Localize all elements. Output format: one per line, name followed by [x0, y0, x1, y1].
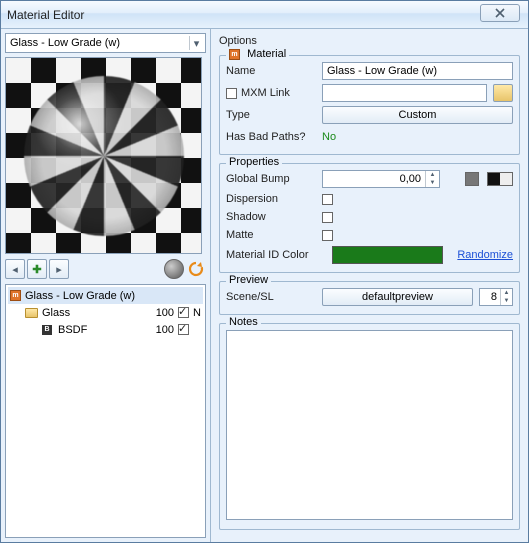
refresh-icon — [187, 260, 205, 278]
add-button[interactable]: ✚ — [27, 259, 47, 279]
matid-label: Material ID Color — [226, 249, 326, 261]
sphere-mode-button[interactable] — [164, 259, 184, 279]
badpaths-value: No — [322, 131, 336, 143]
tree-child-glass[interactable]: Glass 100 N — [8, 304, 203, 321]
spin-up-icon[interactable]: ▲ — [426, 171, 439, 179]
globalbump-input[interactable]: 0,00 ▲▼ — [322, 170, 440, 188]
tree-child-label: Glass — [42, 307, 70, 319]
titlebar: Material Editor — [1, 1, 528, 29]
shadow-checkbox[interactable] — [322, 212, 333, 223]
material-icon: m — [10, 290, 21, 301]
matte-checkbox[interactable] — [322, 230, 333, 241]
badpaths-label: Has Bad Paths? — [226, 131, 316, 143]
material-id-color[interactable] — [332, 246, 443, 264]
type-label: Type — [226, 109, 316, 121]
name-input[interactable]: Glass - Low Grade (w) — [322, 62, 513, 80]
material-dropdown[interactable]: Glass - Low Grade (w) ▾ — [5, 33, 206, 53]
close-icon — [494, 8, 506, 18]
material-tree[interactable]: m Glass - Low Grade (w) Glass 100 N B BS… — [5, 284, 206, 538]
bsdf-icon: B — [42, 325, 52, 335]
shadow-label: Shadow — [226, 211, 316, 223]
dispersion-checkbox[interactable] — [322, 194, 333, 205]
randomize-link[interactable]: Randomize — [457, 249, 513, 261]
preview-sphere — [24, 76, 184, 236]
notes-textarea[interactable] — [226, 330, 513, 520]
arrow-right-icon: ▸ — [56, 263, 62, 276]
tree-root-label: Glass - Low Grade (w) — [25, 290, 135, 302]
tree-child-checkbox[interactable] — [178, 324, 189, 335]
close-button[interactable] — [480, 4, 520, 22]
preview-toolbar: ◂ ✚ ▸ — [5, 258, 206, 280]
tree-child-value: 100 — [156, 324, 174, 336]
material-dropdown-value: Glass - Low Grade (w) — [10, 37, 120, 49]
tree-child-label: BSDF — [58, 324, 87, 336]
next-button[interactable]: ▸ — [49, 259, 69, 279]
spin-down-icon[interactable]: ▼ — [426, 179, 439, 187]
globalbump-label: Global Bump — [226, 173, 316, 185]
window-title: Material Editor — [7, 8, 84, 22]
chevron-down-icon: ▾ — [189, 36, 203, 50]
spin-down-icon[interactable]: ▼ — [501, 297, 512, 305]
mxm-input[interactable] — [322, 84, 487, 102]
preview-legend: Preview — [226, 274, 271, 286]
options-title: Options — [219, 35, 520, 47]
bump-swatch-b[interactable] — [487, 172, 513, 186]
spin-up-icon[interactable]: ▲ — [501, 289, 512, 297]
name-label: Name — [226, 65, 316, 77]
type-dropdown[interactable]: Custom — [322, 106, 513, 124]
plus-icon: ✚ — [32, 263, 41, 276]
tree-root[interactable]: m Glass - Low Grade (w) — [8, 287, 203, 304]
material-legend: Material — [247, 48, 286, 60]
mxm-checkbox[interactable] — [226, 88, 237, 99]
material-icon: m — [229, 49, 240, 60]
scene-dropdown[interactable]: defaultpreview — [322, 288, 473, 306]
matte-label: Matte — [226, 229, 316, 241]
material-preview — [5, 57, 202, 254]
tree-child-value: 100 — [156, 307, 174, 319]
notes-legend: Notes — [226, 316, 261, 328]
dispersion-label: Dispersion — [226, 193, 316, 205]
folder-icon — [25, 308, 38, 318]
tree-child-nflag: N — [193, 307, 201, 319]
mxm-label: MXM Link — [241, 87, 290, 99]
tree-child-bsdf[interactable]: B BSDF 100 — [8, 321, 203, 338]
arrow-left-icon: ◂ — [12, 263, 18, 276]
scene-count-input[interactable]: 8 ▲▼ — [479, 288, 513, 306]
browse-button[interactable] — [493, 84, 513, 102]
prev-button[interactable]: ◂ — [5, 259, 25, 279]
bump-swatch-a[interactable] — [465, 172, 479, 186]
refresh-button[interactable] — [186, 259, 206, 279]
tree-child-checkbox[interactable] — [178, 307, 189, 318]
props-legend: Properties — [226, 156, 282, 168]
scene-label: Scene/SL — [226, 291, 316, 303]
